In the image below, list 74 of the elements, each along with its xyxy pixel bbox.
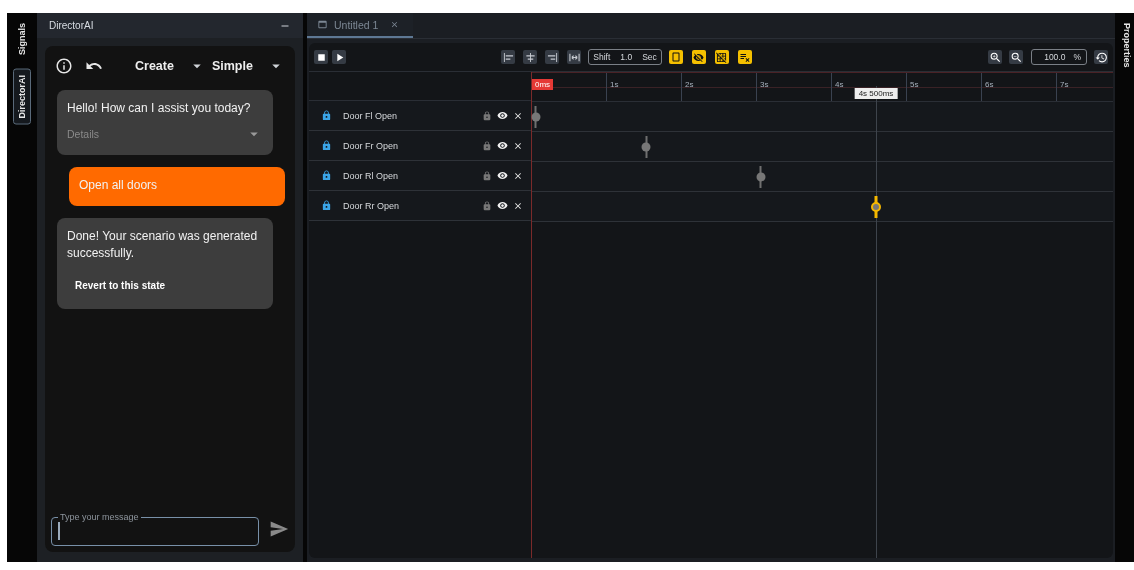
lock-icon[interactable] <box>321 110 332 121</box>
eye-icon[interactable] <box>497 170 508 181</box>
lock-icon[interactable] <box>321 170 332 181</box>
message-text: Done! Your scenario was generated successfully. <box>67 228 259 262</box>
tick-label: 7s <box>1059 79 1070 90</box>
lock-icon[interactable] <box>482 200 492 211</box>
track-name: Door Fr Open <box>343 140 400 151</box>
lock-icon[interactable] <box>321 200 332 211</box>
window-icon <box>317 19 328 30</box>
align-center-button[interactable] <box>523 50 538 64</box>
style-dropdown[interactable]: Simple <box>211 59 253 73</box>
message-text: Hello! How can I assist you today? <box>67 100 252 117</box>
eye-icon[interactable] <box>497 110 508 121</box>
sidebar-tab[interactable]: DirectorAI <box>13 69 31 125</box>
tick-label: 5s <box>909 79 920 90</box>
close-icon[interactable] <box>513 140 523 151</box>
revert-button[interactable]: Revert to this state <box>67 274 174 297</box>
message-text: Open all doors <box>79 177 159 194</box>
tick-label: 1s <box>609 79 620 90</box>
align-left-icon <box>502 51 514 63</box>
send-icon[interactable] <box>269 519 289 539</box>
grid-off-icon <box>716 51 728 63</box>
distribute-button[interactable] <box>567 50 582 64</box>
stop-button[interactable] <box>314 50 328 64</box>
distribute-icon <box>568 51 580 63</box>
eye-icon[interactable] <box>497 140 508 151</box>
grid-off-button[interactable] <box>714 50 729 64</box>
align-center-icon <box>524 51 536 63</box>
portrait-button[interactable] <box>668 50 683 64</box>
close-icon[interactable] <box>513 110 523 121</box>
zoom-in-button[interactable] <box>988 50 1003 64</box>
play-button[interactable] <box>332 50 346 64</box>
sidebar-tab[interactable]: Properties <box>1117 17 1134 74</box>
track-name: Door Rl Open <box>343 170 400 181</box>
eye-off-icon <box>693 51 705 63</box>
zoom-out-button[interactable] <box>1009 50 1024 64</box>
zoom-out-icon <box>1009 50 1023 64</box>
track-header[interactable]: Door Fr Open <box>309 131 531 161</box>
track-name: Door Fl Open <box>343 110 399 121</box>
clear-list-button[interactable] <box>737 50 752 64</box>
track-name: Door Rr Open <box>343 200 401 211</box>
editor-tab[interactable]: Untitled 1 <box>307 13 414 38</box>
lock-icon[interactable] <box>482 140 492 151</box>
tick-label: 2s <box>684 79 695 90</box>
restore-icon <box>1094 50 1108 64</box>
close-icon[interactable] <box>513 170 523 181</box>
playhead-label: 0ms <box>532 79 554 90</box>
reset-button[interactable] <box>1094 50 1108 64</box>
tick-label: 3s <box>759 79 770 90</box>
panel-title: DirectorAI <box>49 20 94 31</box>
align-right-button[interactable] <box>545 50 560 64</box>
align-right-icon <box>546 51 558 63</box>
tick-label: 4s <box>834 79 845 90</box>
mode-dropdown[interactable]: Create <box>135 59 174 73</box>
keyframe[interactable] <box>871 195 881 218</box>
track-header[interactable]: Door Rl Open <box>309 161 531 191</box>
shift-field[interactable]: Shift 1.0 Sec <box>588 49 662 65</box>
align-left-button[interactable] <box>501 50 516 64</box>
info-icon[interactable] <box>55 57 73 75</box>
track-header[interactable]: Door Fl Open <box>309 101 531 131</box>
lock-icon[interactable] <box>321 140 332 151</box>
zoom-in-icon <box>988 50 1002 64</box>
zoom-field[interactable]: 100.0 % <box>1031 49 1087 65</box>
lock-icon[interactable] <box>482 170 492 181</box>
cursor-time-label: 4s 500ms <box>854 88 898 99</box>
close-icon[interactable] <box>513 200 523 211</box>
message-field[interactable]: Type your message <box>51 512 259 546</box>
hide-button[interactable] <box>691 50 706 64</box>
sidebar-tab[interactable]: Signals <box>13 17 31 61</box>
tick-label: 6s <box>984 79 995 90</box>
list-remove-icon <box>738 51 751 63</box>
eye-icon[interactable] <box>497 200 508 211</box>
track-header[interactable]: Door Rr Open <box>309 191 531 221</box>
lock-icon[interactable] <box>482 110 492 121</box>
